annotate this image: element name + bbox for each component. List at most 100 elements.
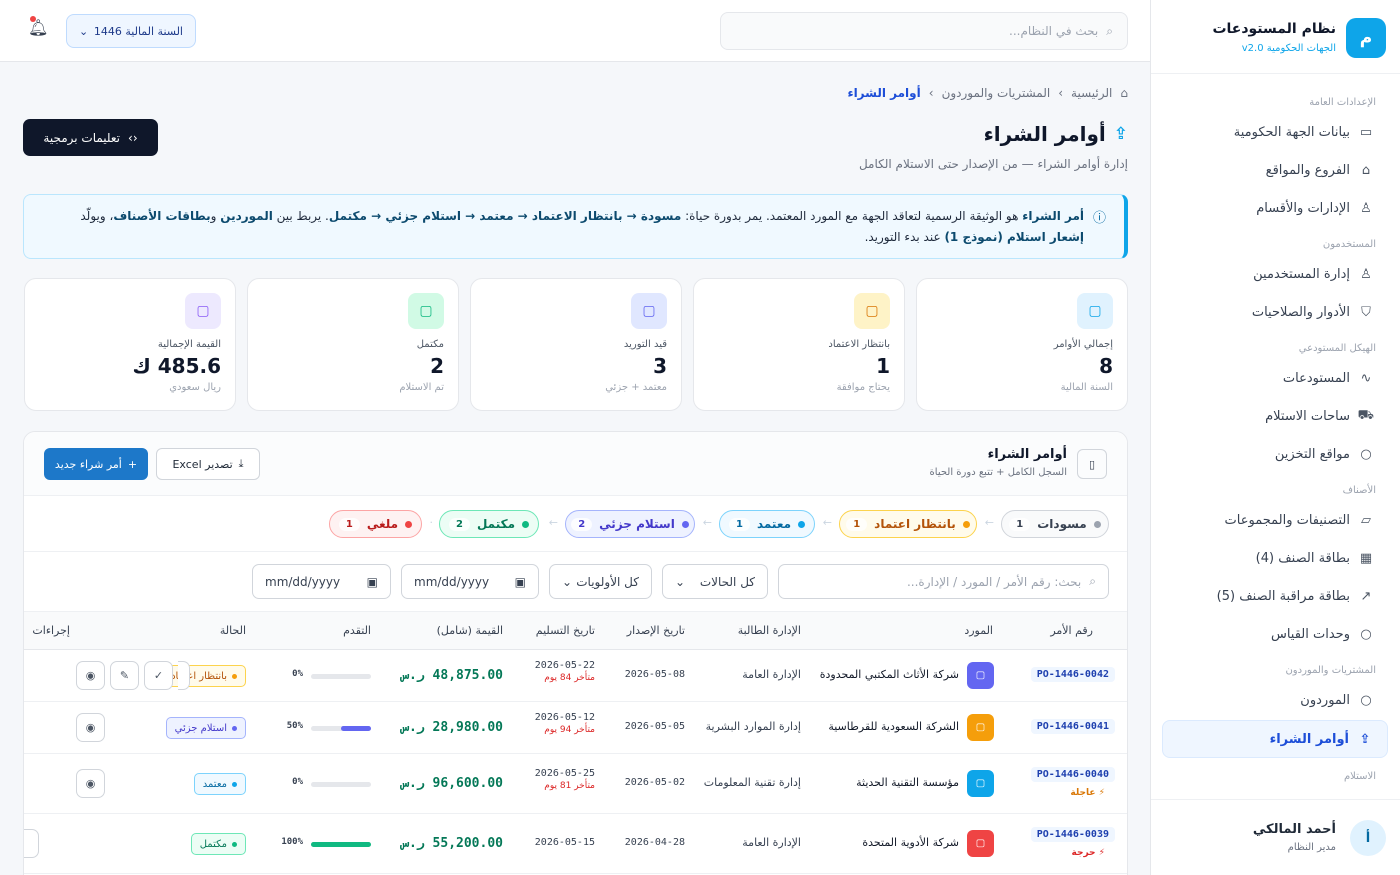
money-icon: ▢ (185, 293, 221, 329)
breadcrumb-home[interactable]: الرئيسية (1071, 86, 1112, 100)
po-number[interactable]: PO-1446-0042 (1030, 667, 1115, 682)
pipeline-partial[interactable]: استلام جزئي 2 (565, 510, 695, 538)
column-header[interactable]: التقدم (343, 624, 371, 637)
status-dot (522, 520, 530, 528)
filters-bar: ⌕ بحث: رقم الأمر / المورد / الإدارة... ك… (24, 552, 1127, 612)
delivery-date: 2026-05-12 متأخر 94 يوم (535, 712, 595, 735)
sidebar-item-item-control-card[interactable]: ↗ بطاقة مراقبة الصنف (5) (1162, 578, 1388, 614)
status-badge: بانتظار اعتماد (162, 665, 246, 687)
sidebar-item-storage-locations[interactable]: ○ مواقع التخزين (1162, 436, 1388, 472)
column-header[interactable]: القيمة (شامل) (437, 624, 503, 637)
view-button[interactable]: ◉ (76, 713, 105, 742)
column-header[interactable]: تاريخ الإصدار (627, 624, 685, 637)
chevron-down-icon: ⌄ (675, 574, 686, 589)
table-row[interactable]: PO-1446-0041 ▢ الشركة السعودية للقرطاسية… (24, 702, 1127, 754)
delivery-date-value: 2026-05-25 (534, 768, 595, 779)
edit-button[interactable]: ✎ (110, 661, 139, 690)
column-header[interactable]: الإدارة الطالبة (738, 624, 801, 637)
status-filter-select[interactable]: كل الحالات ⌄ (662, 564, 768, 599)
dev-instructions-button[interactable]: ‹› تعليمات برمجية (23, 119, 158, 156)
sidebar-item-categories[interactable]: ▱ التصنيفات والمجموعات (1162, 502, 1388, 538)
sidebar-item-units[interactable]: ○ وحدات القياس (1162, 616, 1388, 652)
global-search-input[interactable]: ⌕ بحث في النظام... (720, 12, 1128, 50)
truck-icon: ⛟ (1357, 407, 1374, 423)
pipeline-pending[interactable]: بانتظار اعتماد 1 (839, 510, 977, 538)
sidebar-item-vendors[interactable]: ○ الموردون (1162, 682, 1388, 718)
vendor-icon: ▢ (967, 714, 994, 741)
sidebar-item-label: وحدات القياس (1270, 626, 1350, 642)
po-number[interactable]: PO-1446-0039 (1030, 827, 1115, 842)
table-row[interactable]: PO-1446-0042 ▢ شركة الأثاث المكتبي المحد… (24, 650, 1127, 702)
folder-icon: ▱ (1361, 512, 1371, 528)
vendor-icon: ▢ (967, 662, 994, 689)
info-text-part: عند بدء التوريد. (864, 230, 945, 244)
po-number[interactable]: PO-1446-0041 (1030, 719, 1115, 734)
eye-icon: ◉ (85, 777, 96, 790)
breadcrumb-section[interactable]: المشتريات والموردون (942, 86, 1051, 100)
user-profile[interactable]: أ أحمد المالكي مدير النظام (1151, 799, 1400, 875)
page-subtitle: إدارة أوامر الشراء — من الإصدار حتى الاس… (858, 157, 1128, 171)
notifications-button[interactable]: 🔔︎ (28, 16, 48, 37)
pipeline-completed[interactable]: مكتمل 2 (439, 510, 539, 538)
clipboard-icon: ▢ (1077, 293, 1113, 329)
po-number[interactable]: PO-1446-0040 (1030, 767, 1115, 782)
column-header[interactable]: تاريخ التسليم (536, 624, 595, 637)
vendor-name: شركة الأدوية المتحدة (862, 836, 959, 849)
amount: 96,600.00 ر.س (401, 776, 503, 791)
date-from-input[interactable]: mm/dd/yyyy ▣ (401, 564, 539, 599)
dev-instructions-label: تعليمات برمجية (43, 130, 121, 145)
view-button[interactable]: ◉ (76, 661, 105, 690)
more-actions-button[interactable] (24, 829, 39, 858)
breadcrumb-separator: › (1058, 86, 1064, 100)
new-purchase-order-button[interactable]: + أمر شراء جديد (44, 448, 148, 480)
sidebar-item-entity-data[interactable]: ▭ بيانات الجهة الحكومية (1162, 114, 1388, 150)
orders-search-input[interactable]: ⌕ بحث: رقم الأمر / المورد / الإدارة... (778, 564, 1109, 599)
status-pipeline: مسودات 1 ← بانتظار اعتماد 1 ← معتمد 1 ← است… (24, 496, 1127, 552)
late-indicator: متأخر 81 يوم (544, 781, 595, 791)
table-row[interactable]: PO-1446-0039 ⚡ حرجة ▢ شركة الأدوية المتح… (24, 814, 1127, 874)
fiscal-year-select[interactable]: السنة المالية 1446 ⌄ (66, 14, 196, 48)
pipeline-label: معتمد (756, 517, 792, 531)
eye-icon: ◉ (85, 721, 96, 734)
view-button[interactable]: ◉ (76, 769, 105, 798)
home-icon: ⌂ (1361, 162, 1371, 178)
sidebar-item-label: الموردون (1300, 692, 1350, 708)
upload-icon: ⇪ (1113, 124, 1128, 144)
stat-note: السنة المالية (1060, 382, 1113, 393)
table-header: رقم الأمر المورد الإدارة الطالبة تاريخ ا… (24, 612, 1127, 650)
column-header[interactable]: رقم الأمر (1050, 624, 1093, 637)
avatar: أ (1350, 820, 1386, 856)
pipeline-label: مكتمل (476, 517, 516, 531)
sidebar-item-item-card[interactable]: ▦ بطاقة الصنف (4) (1162, 540, 1388, 576)
status-dot (232, 841, 237, 847)
approve-button[interactable]: ✓ (144, 661, 173, 690)
table-row[interactable]: PO-1446-0040 ⚡ عاجلة ▢ مؤسسة التقنية الح… (24, 754, 1127, 814)
stat-label: القيمة الإجمالية (157, 339, 221, 350)
pipeline-approved[interactable]: معتمد 1 (719, 510, 815, 538)
sidebar-item-purchase-orders[interactable]: ⇪ أوامر الشراء (1162, 720, 1388, 758)
upload-icon: ⇪ (1359, 731, 1371, 747)
sidebar-item-departments[interactable]: ♙ الإدارات والأقسام (1162, 190, 1388, 226)
column-header[interactable]: الحالة (220, 624, 246, 637)
info-text-part: ، ويولّد (80, 209, 114, 223)
sidebar-item-branches[interactable]: ⌂ الفروع والمواقع (1162, 152, 1388, 188)
stat-label: إجمالي الأوامر (1053, 339, 1113, 350)
column-header[interactable]: المورد (964, 624, 993, 637)
stat-card-total-value: ▢ القيمة الإجمالية 485.6 ك ريال سعودي (24, 278, 236, 411)
stat-value: 8 (1099, 354, 1113, 378)
priority-filter-select[interactable]: كل الأولويات ⌄ (549, 564, 652, 599)
more-actions-button[interactable] (178, 661, 190, 690)
pipeline-count: 2 (448, 517, 470, 531)
status-label: مكتمل (199, 838, 227, 850)
sidebar-item-roles[interactable]: ⛉ الأدوار والصلاحيات (1162, 294, 1388, 330)
sidebar-item-receiving-yards[interactable]: ⛟ ساحات الاستلام (1162, 398, 1388, 434)
date-to-input[interactable]: mm/dd/yyyy ▣ (252, 564, 391, 599)
sidebar-item-user-management[interactable]: ♙ إدارة المستخدمين (1162, 256, 1388, 292)
sidebar-item-warehouses[interactable]: ∿ المستودعات (1162, 360, 1388, 396)
pipeline-cancelled[interactable]: ملغي 1 (329, 510, 422, 538)
brand-title: نظام المستودعات (1212, 21, 1336, 37)
pipeline-drafts[interactable]: مسودات 1 (1001, 510, 1109, 538)
export-excel-button[interactable]: ⤓ تصدير Excel (156, 448, 260, 480)
status-label: استلام جزئي (174, 722, 227, 734)
stat-note: يحتاج موافقة (836, 382, 890, 393)
